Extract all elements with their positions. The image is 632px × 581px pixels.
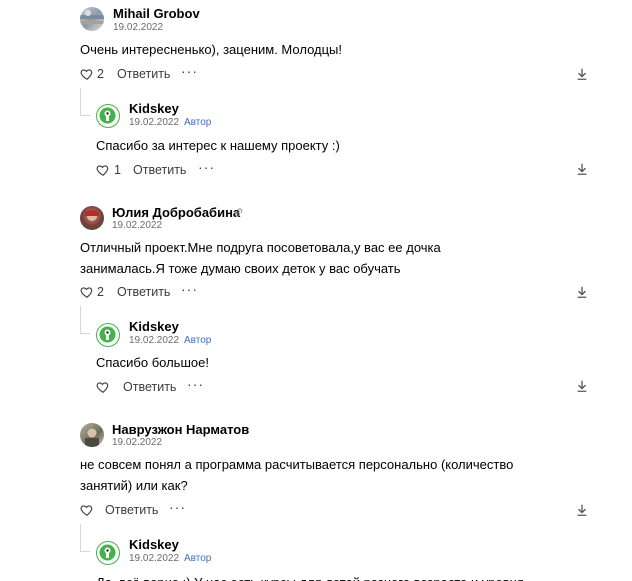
sort-down-icon[interactable] xyxy=(575,503,589,517)
sort-down-icon[interactable] xyxy=(575,285,589,299)
comment-3: Навруз­жон Нарматов 19.02.2022 не совсем… xyxy=(0,416,632,581)
avatar-mihail[interactable] xyxy=(80,7,104,31)
heart-icon[interactable] xyxy=(96,163,110,177)
author-badge: Автор xyxy=(184,117,212,128)
like-count: 1 xyxy=(114,163,121,177)
reply-author[interactable]: Kidskey xyxy=(129,101,179,116)
sort-down-icon[interactable] xyxy=(575,379,589,393)
kidskey-logo[interactable] xyxy=(96,323,120,347)
reply-author[interactable]: Kidskey xyxy=(129,319,179,334)
reply-3: Kidskey 19.02.2022 Автор Да, всё верно :… xyxy=(0,536,632,581)
heart-icon[interactable] xyxy=(80,67,94,81)
link-icon[interactable] xyxy=(233,207,244,218)
reply-2: Kidskey 19.02.2022 Автор Спасибо большое… xyxy=(0,318,632,398)
author-badge: Автор xyxy=(184,553,212,564)
reply-1: Kidskey 19.02.2022 Автор Спасибо за инте… xyxy=(0,98,632,188)
reply-author[interactable]: Kidskey xyxy=(129,537,179,552)
more-options-button[interactable]: ··· xyxy=(187,376,204,392)
avatar-yulia[interactable] xyxy=(80,206,104,230)
avatar-navruzhon[interactable] xyxy=(80,423,104,447)
reply-text: Спасибо за интерес к нашему проекту :) xyxy=(96,138,340,153)
author-badge: Автор xyxy=(184,335,212,346)
like-count: 2 xyxy=(97,67,104,81)
kidskey-logo[interactable] xyxy=(96,104,120,128)
reply-button[interactable]: Ответить xyxy=(117,66,170,82)
heart-icon[interactable] xyxy=(80,285,94,299)
comment-1: Mihail Grobov 19.02.2022 Очень интересне… xyxy=(0,0,632,190)
reply-button[interactable]: Ответить xyxy=(123,379,176,395)
comment-date: 19.02.2022 xyxy=(112,437,163,448)
reply-text: Да, всё верно :) У нас есть курсы для де… xyxy=(96,572,616,581)
comment-date: 19.02.2022 xyxy=(112,220,163,231)
more-options-button[interactable]: ··· xyxy=(181,281,198,297)
reply-button[interactable]: Ответить xyxy=(105,502,158,518)
comment-author[interactable]: Mihail Grobov xyxy=(113,6,200,21)
sort-down-icon[interactable] xyxy=(575,162,589,176)
reply-date: 19.02.2022 xyxy=(129,117,180,128)
reply-text: Спасибо большое! xyxy=(96,355,209,370)
like-count: 2 xyxy=(97,285,104,299)
comment-actions: 2 Ответить ··· xyxy=(80,281,600,300)
comment-actions: Ответить ··· xyxy=(80,499,600,518)
comment-author[interactable]: Юлия Добробабина xyxy=(112,205,240,220)
sort-down-icon[interactable] xyxy=(575,67,589,81)
comment-author[interactable]: Навруз­жон Нарматов xyxy=(112,422,249,437)
reply-actions: Ответить ··· xyxy=(96,376,600,395)
comment-text: не совсем понял а программа расчитываетс… xyxy=(80,457,514,493)
more-options-button[interactable]: ··· xyxy=(169,499,186,515)
reply-button[interactable]: Ответить xyxy=(133,162,186,178)
comment-2: Юлия Добробабина 19.02.2022 Отличный про… xyxy=(0,200,632,400)
more-options-button[interactable]: ··· xyxy=(181,63,198,79)
kidskey-logo[interactable] xyxy=(96,541,120,565)
comment-actions: 2 Ответить ··· xyxy=(80,63,600,82)
comment-date: 19.02.2022 xyxy=(113,22,164,33)
comment-text: Отличный проект.Мне подруга посоветовала… xyxy=(80,240,441,276)
reply-button[interactable]: Ответить xyxy=(117,284,170,300)
comment-text: Очень интересненько), заценим. Молодцы! xyxy=(80,42,342,57)
more-options-button[interactable]: ··· xyxy=(198,159,215,175)
reply-actions: 1 Ответить ··· xyxy=(96,159,600,178)
heart-icon[interactable] xyxy=(80,503,94,517)
heart-icon[interactable] xyxy=(96,380,110,394)
reply-date: 19.02.2022 xyxy=(129,553,180,564)
reply-date: 19.02.2022 xyxy=(129,335,180,346)
